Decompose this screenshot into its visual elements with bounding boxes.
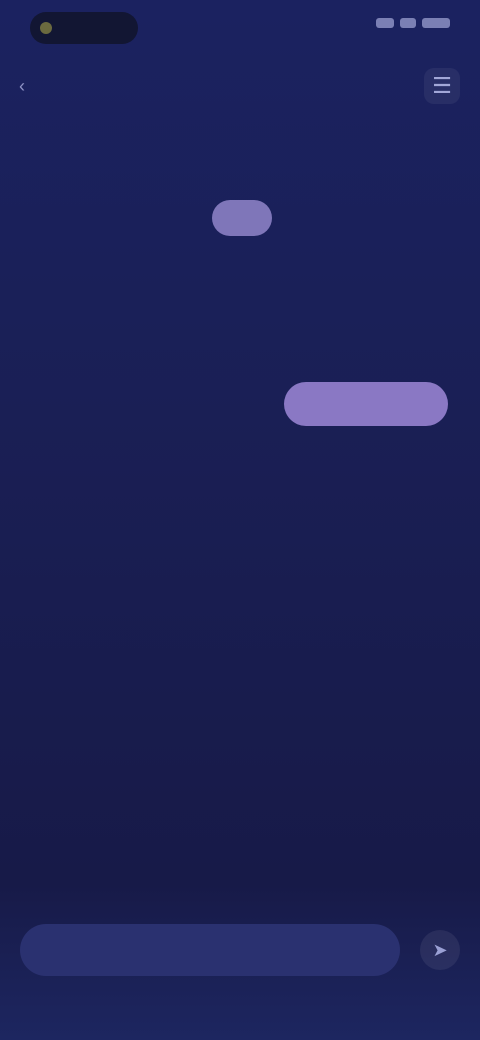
user-message-bubble[interactable] <box>284 382 448 426</box>
send-icon: ➤ <box>432 939 448 960</box>
signal-icon <box>376 18 394 28</box>
send-button[interactable]: ➤ <box>420 930 460 970</box>
status-bar <box>0 0 480 56</box>
battery-icon <box>422 18 450 28</box>
message-input[interactable] <box>20 924 400 976</box>
bot-avatar <box>212 200 272 236</box>
status-time-pill <box>30 12 138 44</box>
back-button[interactable]: ‹ <box>8 72 36 100</box>
menu-button[interactable]: ☰ <box>424 68 460 104</box>
composer: ➤ <box>0 900 480 1040</box>
back-icon: ‹ <box>19 75 25 96</box>
status-dot-icon <box>40 22 52 34</box>
menu-icon: ☰ <box>432 73 452 98</box>
top-app-bar: ‹ ☰ <box>0 60 480 120</box>
wifi-icon <box>400 18 416 28</box>
status-icons <box>376 18 450 28</box>
